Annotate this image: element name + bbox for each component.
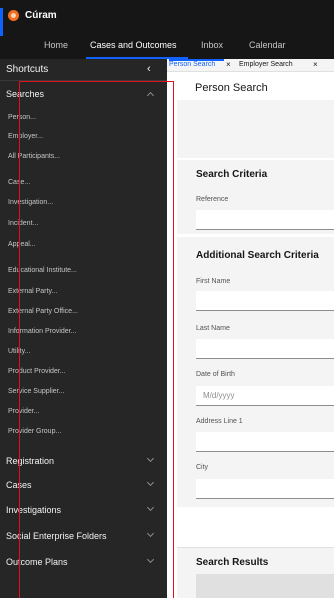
- reference-field[interactable]: [196, 210, 334, 230]
- additional-criteria-title: Additional Search Criteria: [196, 250, 319, 261]
- page-title: Person Search: [195, 82, 268, 94]
- active-tab-indicator: [169, 59, 224, 61]
- nav-tab-inbox[interactable]: Inbox: [201, 40, 223, 50]
- sidebar-title: Shortcuts: [6, 64, 49, 75]
- app-window: Cúram Home Cases and Outcomes Inbox Cale…: [0, 0, 334, 598]
- tab-employer-search[interactable]: Employer Search: [239, 61, 293, 68]
- date-of-birth-label: Date of Birth: [196, 371, 235, 378]
- accent-line: [0, 8, 3, 36]
- highlight-box: [19, 81, 174, 598]
- app-title: Cúram: [25, 10, 57, 21]
- search-results-title: Search Results: [196, 557, 269, 568]
- address-line-1-field[interactable]: [196, 432, 334, 452]
- city-field[interactable]: [196, 479, 334, 499]
- first-name-label: First Name: [196, 278, 231, 285]
- nav-tab-calendar[interactable]: Calendar: [249, 40, 286, 50]
- chevron-left-icon[interactable]: ‹: [147, 63, 151, 75]
- top-navigation: Home Cases and Outcomes Inbox Calendar: [0, 36, 334, 59]
- reference-label: Reference: [196, 196, 229, 203]
- top-bar: Cúram Home Cases and Outcomes Inbox Cale…: [0, 0, 334, 59]
- first-name-field[interactable]: [196, 291, 334, 311]
- nav-tab-cases-and-outcomes[interactable]: Cases and Outcomes: [90, 40, 177, 50]
- sidebar-header: Shortcuts ‹: [0, 59, 167, 81]
- last-name-field[interactable]: [196, 339, 334, 359]
- date-of-birth-field[interactable]: M/d/yyyy: [196, 386, 334, 406]
- close-icon[interactable]: ×: [313, 60, 318, 69]
- nav-tab-home[interactable]: Home: [44, 40, 68, 50]
- last-name-label: Last Name: [196, 325, 230, 332]
- tab-person-search[interactable]: Person Search: [169, 61, 215, 68]
- curam-logo-icon: [8, 10, 19, 21]
- city-label: City: [196, 464, 209, 471]
- results-table-header: [196, 574, 334, 598]
- search-criteria-title: Search Criteria: [196, 169, 268, 180]
- page-header-area: [177, 100, 334, 158]
- address-line-1-label: Address Line 1: [196, 418, 243, 425]
- close-icon[interactable]: ×: [226, 60, 231, 69]
